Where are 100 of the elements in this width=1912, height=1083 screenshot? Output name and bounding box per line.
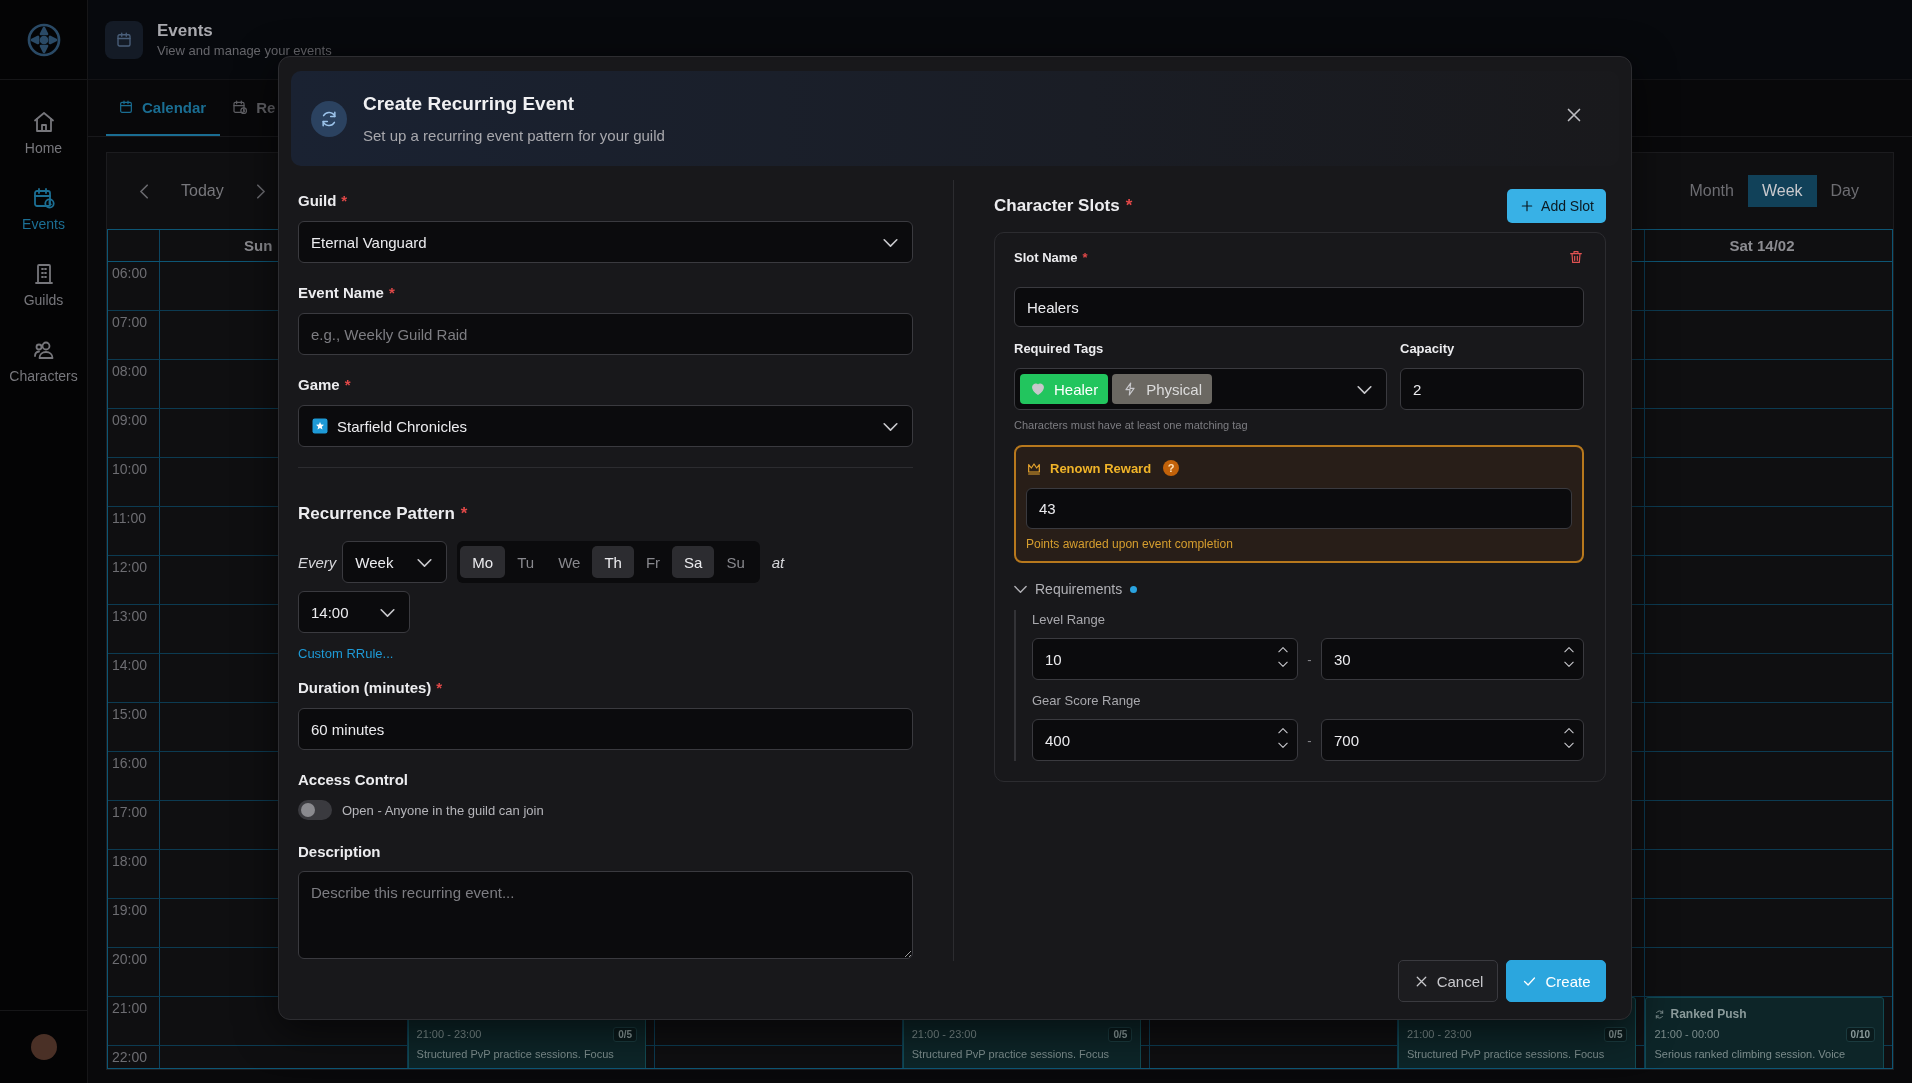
chevron-up-icon — [1278, 647, 1288, 653]
access-toggle[interactable] — [298, 800, 332, 820]
requirements-toggle[interactable]: Requirements — [1014, 579, 1584, 599]
required-mark: * — [460, 503, 468, 525]
number-field[interactable]: 400 — [1032, 719, 1298, 761]
attendee-count: 0/5 — [613, 1026, 638, 1042]
dialog-subtitle: Set up a recurring event pattern for your guild — [363, 126, 666, 146]
required-mark: * — [436, 678, 443, 698]
time-label: 11:00 — [112, 510, 146, 526]
calendar-icon — [115, 30, 133, 49]
sidebar-item[interactable]: Home — [0, 100, 87, 176]
number-field[interactable]: 30 — [1321, 638, 1584, 680]
today-button[interactable]: Today — [171, 176, 234, 206]
weekday-toggle[interactable]: We — [546, 546, 593, 578]
weekday-toggle[interactable]: Fr — [633, 546, 673, 578]
chevron-down-icon — [1564, 742, 1574, 748]
time-label: 07:00 — [112, 314, 148, 330]
time-label: 18:00 — [112, 853, 148, 869]
number-field[interactable]: 700 — [1321, 719, 1584, 761]
toggle-label: Open - Anyone in the guild can join — [342, 802, 544, 818]
time-label: 12:00 — [112, 559, 148, 575]
chevron-up-icon — [1278, 728, 1288, 734]
time-label: 08:00 — [112, 363, 148, 379]
time-label: 21:00 — [112, 1000, 148, 1016]
chevron-down-icon — [380, 607, 395, 617]
tags-select[interactable]: Healer Physical — [1014, 368, 1387, 410]
field-label: Character Slots — [994, 196, 1120, 216]
view-toggle[interactable]: Day — [1816, 175, 1873, 207]
calendar-icon — [31, 186, 56, 210]
time-label: 16:00 — [112, 755, 148, 771]
chevron-down-icon — [1278, 742, 1288, 748]
chevron-right-icon — [256, 183, 266, 199]
chevron-left-icon — [139, 183, 149, 199]
weekday-toggle[interactable]: Th — [592, 546, 634, 578]
slot-name-field[interactable]: Healers — [1014, 287, 1584, 327]
tab[interactable]: Calendar — [106, 80, 221, 136]
field-label: Recurrence Pattern — [298, 503, 455, 525]
weekday-toggle[interactable]: Mo — [460, 546, 506, 578]
event-time: 21:00 - 23:00 — [1406, 1028, 1472, 1040]
time-label: 19:00 — [112, 902, 148, 918]
field-label: Capacity — [1400, 340, 1456, 358]
time-label: 20:00 — [112, 951, 148, 967]
weekday-toggle[interactable]: Tu — [505, 546, 547, 578]
time-label: 14:00 — [112, 657, 148, 673]
time-label: 10:00 — [112, 461, 148, 477]
chevron-up-icon — [1564, 647, 1574, 653]
page-subtitle: View and manage your events — [157, 41, 332, 60]
time-label: 13:00 — [112, 608, 148, 624]
guild-select[interactable]: Eternal Vanguard — [298, 221, 913, 263]
time-select[interactable]: 14:00 — [298, 591, 410, 633]
home-icon — [31, 110, 56, 134]
sidebar-item[interactable]: Guilds — [0, 252, 87, 328]
description-field[interactable]: Describe this recurring event... — [298, 871, 913, 959]
event-name-field[interactable]: e.g., Weekly Guild Raid — [298, 313, 913, 355]
duration-field[interactable]: 60 minutes — [298, 708, 913, 750]
field-label: Gear Score Range — [1032, 692, 1142, 710]
spinner[interactable] — [1278, 728, 1288, 748]
cancel-button[interactable]: Cancel — [1398, 960, 1498, 1002]
weekday-toggle[interactable]: Sa — [672, 546, 715, 578]
capacity-field[interactable]: 2 — [1400, 368, 1584, 410]
event-card[interactable]: Ranked Push 21:00 - 00:00 0/10 Serious ranked climbing session. Voice — [1645, 997, 1885, 1068]
hint-text: Characters must have at least one matching tag — [1014, 418, 1249, 432]
frequency-select[interactable]: Week — [342, 541, 448, 583]
attendee-count: 0/5 — [1108, 1026, 1133, 1042]
field-label: Duration (minutes) — [298, 678, 432, 698]
spinner[interactable] — [1564, 728, 1574, 748]
add-slot-button[interactable]: Add Slot — [1507, 189, 1606, 223]
time-label: 06:00 — [112, 265, 148, 281]
view-toggle[interactable]: Month — [1675, 175, 1748, 207]
game-select[interactable]: Starfield Chronicles — [298, 405, 913, 447]
day-header: Sat 14/02 — [1729, 237, 1795, 254]
attendee-count: 0/5 — [1603, 1026, 1628, 1042]
required-mark: * — [341, 191, 348, 211]
sidebar-item[interactable]: Events — [0, 176, 87, 252]
spinner[interactable] — [1278, 647, 1288, 667]
dialog-title: Create Recurring Event — [363, 92, 576, 116]
time-label: 15:00 — [112, 706, 148, 722]
calendar-icon — [232, 99, 249, 115]
field-label: Required Tags — [1014, 340, 1105, 358]
custom-rrule-link[interactable]: Custom RRule... — [298, 645, 394, 663]
view-toggle[interactable]: Week — [1747, 175, 1817, 207]
calendar-icon — [118, 99, 134, 115]
time-label: 09:00 — [112, 412, 148, 428]
spinner[interactable] — [1564, 647, 1574, 667]
trash-icon[interactable] — [1568, 249, 1584, 265]
renown-field[interactable]: 43 — [1026, 488, 1572, 529]
chevron-down-icon — [417, 557, 433, 567]
event-description: Serious ranked climbing session. Voice — [1654, 1047, 1847, 1062]
time-label: 22:00 — [112, 1049, 148, 1065]
star-logo-icon — [311, 417, 329, 435]
number-field[interactable]: 10 — [1032, 638, 1298, 680]
tag-chip: Physical — [1112, 374, 1213, 404]
field-label: Access Control — [298, 770, 409, 790]
sidebar-item[interactable]: Characters — [0, 328, 87, 404]
weekday-toggle[interactable]: Su — [714, 546, 757, 578]
every-label: Every — [298, 553, 337, 571]
attendee-count: 0/10 — [1845, 1026, 1876, 1042]
tag-chip: Healer — [1020, 374, 1109, 404]
event-description: Structured PvP practice sessions. Focus — [416, 1047, 615, 1062]
help-badge[interactable]: ? — [1163, 460, 1180, 476]
